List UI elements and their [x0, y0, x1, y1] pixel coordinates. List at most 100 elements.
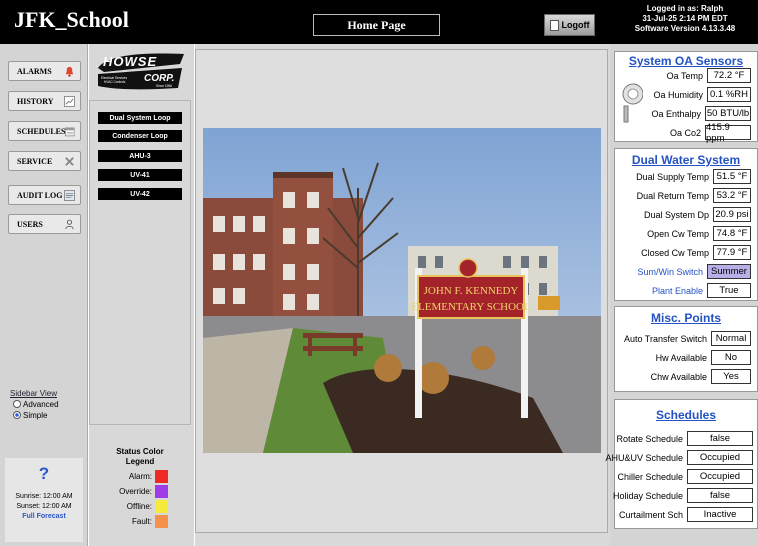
- oa-humidity-row: Oa Humidity 0.1 %RH: [653, 87, 751, 102]
- point-label: Oa Enthalpy: [651, 108, 701, 119]
- dual-supply-temp-value[interactable]: 51.5 °F: [713, 169, 751, 184]
- sum-win-switch-row: Sum/Win Switch Summer: [637, 264, 751, 279]
- auto-transfer-switch-row: Auto Transfer Switch Normal: [624, 331, 751, 346]
- holiday-schedule-value[interactable]: false: [687, 488, 753, 503]
- nav-label: AUDIT LOG: [17, 190, 63, 200]
- oa-sensors-title[interactable]: System OA Sensors: [615, 54, 757, 68]
- oa-enthalpy-row: Oa Enthalpy 50 BTU/lb: [651, 106, 751, 121]
- logoff-label: Logoff: [561, 20, 590, 30]
- nav-service-button[interactable]: SERVICE: [8, 151, 81, 171]
- oa-enthalpy-value[interactable]: 50 BTU/lb: [705, 106, 751, 121]
- curtailment-schedule-value[interactable]: Inactive: [687, 507, 753, 522]
- tools-icon: [65, 156, 74, 166]
- schedules-title[interactable]: Schedules: [615, 408, 757, 422]
- ahu-uv-schedule-row: AHU&UV Schedule Occupied: [605, 450, 753, 465]
- rotate-schedule-row: Rotate Schedule false: [616, 431, 753, 446]
- nav-alarms-button[interactable]: ALARMS: [8, 61, 81, 81]
- radio-simple[interactable]: Simple: [10, 410, 59, 421]
- point-label: Curtailment Sch: [618, 509, 683, 520]
- misc-points-title[interactable]: Misc. Points: [615, 311, 757, 325]
- weather-widget: ? Sunrise: 12:00 AM Sunset: 12:00 AM Ful…: [5, 458, 83, 542]
- radio-button-selected[interactable]: [13, 411, 21, 419]
- point-label[interactable]: Sum/Win Switch: [637, 267, 703, 277]
- current-datetime: 31-Jul-25 2:14 PM EDT: [642, 14, 728, 23]
- oa-sensors-panel: System OA Sensors Oa Temp 72.2 °F Oa Humi…: [614, 51, 758, 144]
- dual-water-title[interactable]: Dual Water System: [615, 153, 757, 167]
- system-button-ahu-3[interactable]: AHU-3: [98, 150, 182, 162]
- sidebar-view-title[interactable]: Sidebar View: [10, 388, 59, 399]
- nav-history-button[interactable]: HISTORY: [8, 91, 81, 111]
- open-cw-temp-value[interactable]: 74.8 °F: [713, 226, 751, 241]
- system-button-uv-41[interactable]: UV-41: [98, 169, 182, 181]
- point-label: Oa Co2: [669, 127, 701, 138]
- system-button-uv-42[interactable]: UV-42: [98, 188, 182, 200]
- point-label: Dual Return Temp: [636, 190, 709, 201]
- system-list-frame: Dual System Loop Condenser Loop AHU-3 UV…: [89, 100, 191, 425]
- door-icon: [549, 19, 559, 31]
- sunset-time: Sunset: 12:00 AM: [16, 503, 72, 510]
- nav-schedules-button[interactable]: SCHEDULES: [8, 121, 81, 141]
- sign-text-line1: JOHN F. KENNEDY: [424, 285, 519, 297]
- status-color-legend: Status Color Legend Alarm: Override: Off…: [100, 447, 180, 529]
- oa-temp-value[interactable]: 72.2 °F: [707, 68, 751, 83]
- ahu-uv-schedule-value[interactable]: Occupied: [687, 450, 753, 465]
- point-label[interactable]: Plant Enable: [652, 286, 703, 296]
- point-label: Open Cw Temp: [647, 228, 709, 239]
- alarm-swatch: [155, 470, 168, 483]
- offline-swatch: [155, 500, 168, 513]
- svg-text:HOWSE: HOWSE: [103, 54, 157, 69]
- software-version: Software Version 4.13.3.48: [634, 24, 736, 33]
- legend-row-override: Override:: [100, 484, 180, 499]
- dual-return-temp-value[interactable]: 53.2 °F: [713, 188, 751, 203]
- legend-title: Status Color Legend: [100, 447, 180, 467]
- oa-humidity-value[interactable]: 0.1 %RH: [707, 87, 751, 102]
- full-forecast-link[interactable]: Full Forecast: [5, 512, 83, 522]
- dual-system-dp-value[interactable]: 20.9 psi: [713, 207, 751, 222]
- point-label: AHU&UV Schedule: [605, 452, 683, 463]
- legend-label: Fault:: [131, 517, 152, 526]
- chart-icon: [64, 95, 75, 107]
- point-label: Chw Available: [650, 371, 707, 382]
- system-button-dual-system-loop[interactable]: Dual System Loop: [98, 112, 182, 124]
- rotate-schedule-value[interactable]: false: [687, 431, 753, 446]
- app-title: JFK_School: [14, 7, 129, 32]
- point-label: Oa Temp: [666, 70, 703, 81]
- svg-text:CORP.: CORP.: [144, 73, 174, 84]
- radio-button[interactable]: [13, 400, 21, 408]
- point-label: Dual System Dp: [643, 209, 709, 220]
- point-label: Hw Available: [655, 352, 707, 363]
- closed-cw-temp-value[interactable]: 77.9 °F: [713, 245, 751, 260]
- nav-label: HISTORY: [17, 96, 54, 106]
- hw-available-value[interactable]: No: [711, 350, 751, 365]
- nav-users-button[interactable]: USERS: [8, 214, 81, 234]
- user-icon: [65, 219, 74, 229]
- point-label: Oa Humidity: [653, 89, 703, 100]
- auto-transfer-switch-value[interactable]: Normal: [711, 331, 751, 346]
- nav-label: SCHEDULES: [17, 126, 66, 136]
- dual-system-dp-row: Dual System Dp 20.9 psi: [644, 207, 751, 222]
- dual-return-temp-row: Dual Return Temp 53.2 °F: [637, 188, 751, 203]
- svg-text:HVAC Controls: HVAC Controls: [104, 80, 126, 84]
- closed-cw-temp-row: Closed Cw Temp 77.9 °F: [641, 245, 751, 260]
- sunrise-time: Sunrise: 12:00 AM: [15, 493, 73, 500]
- logoff-button[interactable]: Logoff: [544, 14, 595, 36]
- oa-temp-row: Oa Temp 72.2 °F: [667, 68, 751, 83]
- logged-in-user: Logged in as: Ralph: [646, 4, 724, 13]
- nav-audit-log-button[interactable]: AUDIT LOG: [8, 185, 81, 205]
- calendar-icon: [65, 127, 75, 136]
- legend-label: Override:: [119, 487, 152, 496]
- point-label: Chiller Schedule: [617, 471, 683, 482]
- plant-enable-value[interactable]: True: [707, 283, 751, 298]
- sensor-icon: [622, 83, 643, 123]
- chiller-schedule-value[interactable]: Occupied: [687, 469, 753, 484]
- open-cw-temp-row: Open Cw Temp 74.8 °F: [647, 226, 751, 241]
- oa-co2-row: Oa Co2 415.9 ppm: [669, 122, 751, 144]
- legend-row-offline: Offline:: [100, 499, 180, 514]
- chw-available-value[interactable]: Yes: [711, 369, 751, 384]
- oa-co2-value[interactable]: 415.9 ppm: [705, 122, 751, 144]
- sum-win-switch-value[interactable]: Summer: [707, 264, 751, 279]
- home-page-button[interactable]: Home Page: [313, 14, 440, 36]
- radio-advanced[interactable]: Advanced: [10, 399, 59, 410]
- misc-points-panel: Misc. Points Auto Transfer Switch Normal …: [614, 306, 758, 392]
- system-button-condenser-loop[interactable]: Condenser Loop: [98, 130, 182, 142]
